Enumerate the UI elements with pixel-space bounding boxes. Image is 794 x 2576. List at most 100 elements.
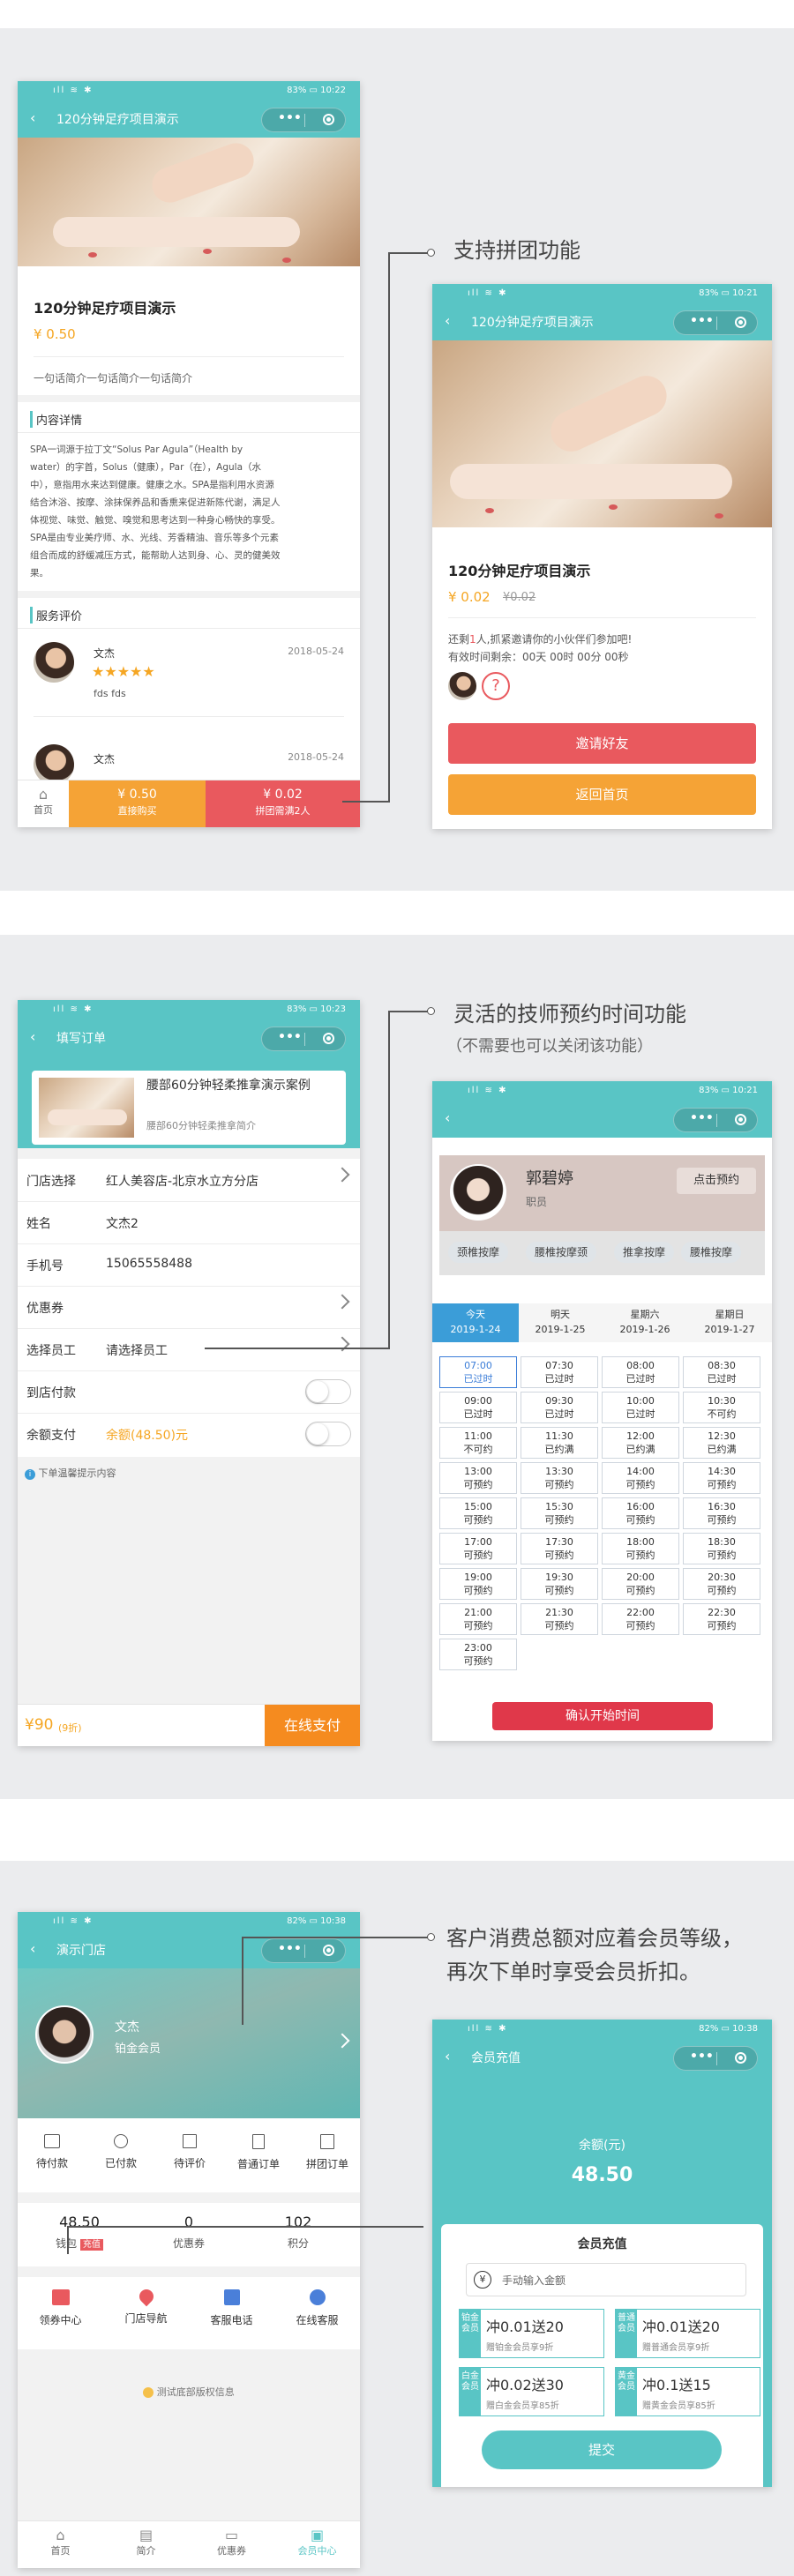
time-slot[interactable]: 13:30 可预约 (521, 1462, 598, 1494)
time-slot[interactable]: 13:00 可预约 (439, 1462, 517, 1494)
mini-program-capsule[interactable]: ••• (261, 1027, 346, 1051)
time-slot[interactable]: 22:00 可预约 (602, 1603, 679, 1635)
tab-intro[interactable]: ▤ 简介 (103, 2521, 189, 2557)
coupon-center[interactable]: 领券中心 (18, 2277, 103, 2327)
service-phone[interactable]: 客服电话 (189, 2277, 274, 2327)
time-slot[interactable]: 20:00 可预约 (602, 1568, 679, 1600)
time-slot[interactable]: 16:30 可预约 (683, 1497, 760, 1529)
pay-online-button[interactable]: 在线支付 (265, 1705, 360, 1746)
store-select-row[interactable]: 门店选择 红人美容店-北京水立方分店 (18, 1159, 360, 1202)
more-icon[interactable]: ••• (278, 1942, 302, 1956)
time-slot[interactable]: 10:00 已过时 (602, 1392, 679, 1423)
time-slot[interactable]: 07:00 已过时 (439, 1356, 517, 1388)
time-slot[interactable]: 10:30 不可约 (683, 1392, 760, 1423)
mini-program-capsule[interactable]: ••• (261, 108, 346, 132)
close-circle-icon[interactable] (735, 317, 746, 328)
time-slot[interactable]: 22:30 可预约 (683, 1603, 760, 1635)
coupon-row[interactable]: 优惠券 (18, 1286, 360, 1329)
tip: i 下单温馨提示内容 (25, 1466, 116, 1480)
recharge-option[interactable]: 普通会员 冲0.01送20 赠普通会员享9折 (615, 2309, 760, 2358)
phone-field[interactable]: 手机号 15065558488 (18, 1243, 360, 1287)
day-tab[interactable]: 星期六 2019-1-26 (602, 1303, 688, 1342)
tab-home[interactable]: ⌂ 首页 (18, 2521, 103, 2557)
time-slot[interactable]: 11:00 不可约 (439, 1427, 517, 1459)
order-paid[interactable]: 已付款 (86, 2118, 155, 2170)
time-slot[interactable]: 07:30 已过时 (521, 1356, 598, 1388)
close-circle-icon[interactable] (323, 1033, 334, 1044)
back-icon[interactable]: ‹ (30, 109, 35, 126)
time-slot[interactable]: 16:00 可预约 (602, 1497, 679, 1529)
time-slot[interactable]: 20:30 可预约 (683, 1568, 760, 1600)
order-group[interactable]: 拼团订单 (293, 2118, 360, 2171)
time-slot[interactable]: 14:30 可预约 (683, 1462, 760, 1494)
mini-program-capsule[interactable]: ••• (673, 310, 758, 335)
buy-now-button[interactable]: ¥ 0.50 直接购买 (69, 780, 206, 827)
staff-select-row[interactable]: 选择员工 请选择员工 (18, 1328, 360, 1371)
close-circle-icon[interactable] (323, 1945, 334, 1956)
time-slot[interactable]: 09:30 已过时 (521, 1392, 598, 1423)
store-navigation[interactable]: 门店导航 (103, 2277, 189, 2326)
more-icon[interactable]: ••• (278, 1030, 302, 1044)
recharge-option[interactable]: 白金会员 冲0.02送30 赠白金会员享85折 (459, 2367, 604, 2416)
invite-friends-button[interactable]: 邀请好友 (448, 723, 756, 764)
more-icon[interactable]: ••• (278, 111, 302, 125)
tab-member-center[interactable]: ▣ 会员中心 (274, 2521, 360, 2557)
time-slot[interactable]: 17:30 可预约 (521, 1533, 598, 1564)
back-icon[interactable]: ‹ (445, 1109, 450, 1126)
time-slot[interactable]: 08:30 已过时 (683, 1356, 760, 1388)
pay-at-store-toggle[interactable] (305, 1379, 351, 1404)
group-buy-button[interactable]: ¥ 0.02 拼团需满2人 (206, 780, 360, 827)
more-icon[interactable]: ••• (690, 2050, 714, 2064)
recharge-option[interactable]: 铂金会员 冲0.01送20 赠铂金会员享9折 (459, 2309, 604, 2358)
balance-pay-toggle[interactable] (305, 1422, 351, 1446)
time-slot[interactable]: 21:30 可预约 (521, 1603, 598, 1635)
order-normal[interactable]: 普通订单 (224, 2118, 293, 2171)
tab-coupon[interactable]: ▭ 优惠券 (189, 2521, 274, 2557)
book-now-button[interactable]: 点击预约 (677, 1168, 756, 1194)
submit-button[interactable]: 提交 (482, 2430, 722, 2469)
back-home-button[interactable]: 返回首页 (448, 774, 756, 815)
time-slot[interactable]: 15:00 可预约 (439, 1497, 517, 1529)
day-tab[interactable]: 星期日 2019-1-27 (686, 1303, 772, 1342)
time-slot[interactable]: 09:00 已过时 (439, 1392, 517, 1423)
back-icon[interactable]: ‹ (445, 2048, 450, 2065)
time-slot[interactable]: 11:30 已约满 (521, 1427, 598, 1459)
back-icon[interactable]: ‹ (30, 1028, 35, 1045)
day-tab-active[interactable]: 今天 2019-1-24 (432, 1303, 519, 1342)
signal-icons: ıll ≋ ✱ (468, 1086, 508, 1095)
time-slot[interactable]: 12:30 已约满 (683, 1427, 760, 1459)
recharge-option[interactable]: 黄金会员 冲0.1送15 赠黄金会员享85折 (615, 2367, 760, 2416)
day-tab[interactable]: 明天 2019-1-25 (517, 1303, 603, 1342)
confirm-start-time-button[interactable]: 确认开始时间 (492, 1702, 713, 1730)
time-slot[interactable]: 08:00 已过时 (602, 1356, 679, 1388)
back-icon[interactable]: ‹ (445, 312, 450, 329)
name-field[interactable]: 姓名 文杰2 (18, 1201, 360, 1244)
online-service[interactable]: 在线客服 (274, 2277, 360, 2327)
more-icon[interactable]: ••• (690, 314, 714, 328)
more-icon[interactable]: ••• (690, 1111, 714, 1125)
time-slot[interactable]: 17:00 可预约 (439, 1533, 517, 1564)
order-pending-payment[interactable]: 待付款 (18, 2118, 86, 2170)
close-circle-icon[interactable] (323, 114, 334, 125)
time-slot[interactable]: 18:30 可预约 (683, 1533, 760, 1564)
member-header[interactable]: 文杰 铂金会员 (18, 1968, 360, 2118)
amount-input[interactable]: ¥ 手动输入金额 (466, 2263, 746, 2296)
time-slot[interactable]: 18:00 可预约 (602, 1533, 679, 1564)
back-icon[interactable]: ‹ (30, 1940, 35, 1957)
close-circle-icon[interactable] (735, 2052, 746, 2064)
time-slot[interactable]: 23:00 可预约 (439, 1639, 517, 1670)
feature-annotation: 客户消费总额对应着会员等级， (446, 1926, 743, 1951)
order-to-review[interactable]: 待评价 (155, 2118, 224, 2170)
time-slot[interactable]: 12:00 已约满 (602, 1427, 679, 1459)
close-circle-icon[interactable] (735, 1114, 746, 1125)
time-slot[interactable]: 21:00 可预约 (439, 1603, 517, 1635)
tab-home[interactable]: ⌂ 首页 (18, 780, 69, 827)
mini-program-capsule[interactable]: ••• (673, 1108, 758, 1132)
time-slot[interactable]: 19:00 可预约 (439, 1568, 517, 1600)
time-slot[interactable]: 19:30 可预约 (521, 1568, 598, 1600)
mini-program-capsule[interactable]: ••• (261, 1938, 346, 1963)
mini-program-capsule[interactable]: ••• (673, 2046, 758, 2071)
time-slot[interactable]: 14:00 可预约 (602, 1462, 679, 1494)
recharge-tag[interactable]: 充值 (79, 2239, 103, 2251)
time-slot[interactable]: 15:30 可预约 (521, 1497, 598, 1529)
